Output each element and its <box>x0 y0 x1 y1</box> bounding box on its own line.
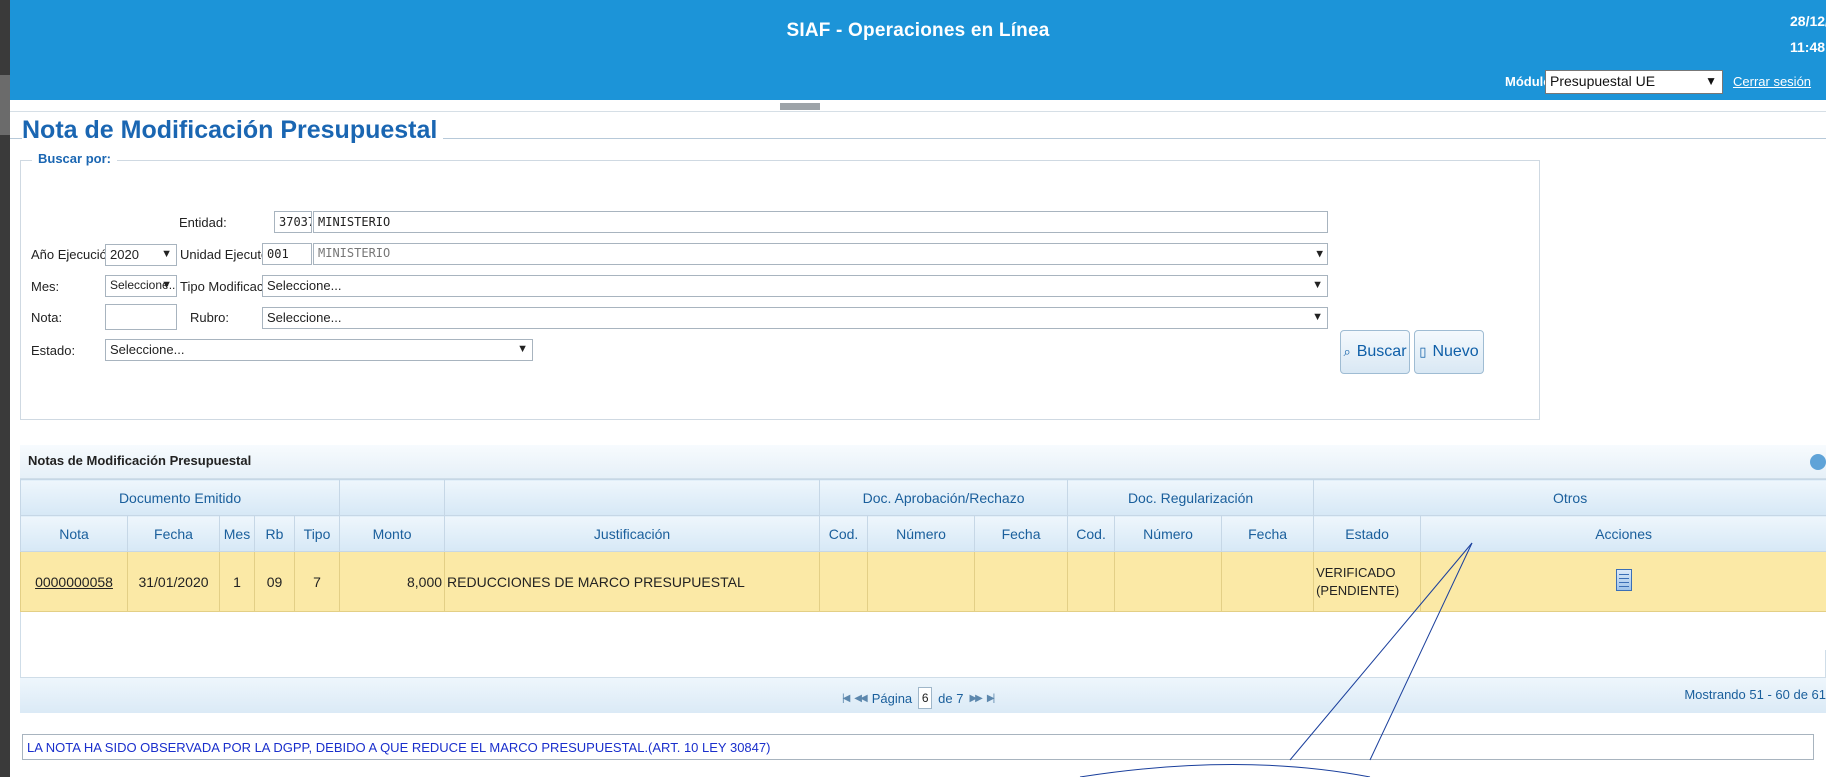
tipo-modificacion-select[interactable]: Seleccione... ▼ <box>262 275 1328 297</box>
group-header: Doc. Regularización <box>1067 479 1315 516</box>
column-header[interactable]: Nota <box>20 515 128 552</box>
document-detail-icon[interactable] <box>1615 569 1632 591</box>
grid-caption-bar: Notas de Modificación Presupuestal <box>20 445 1826 479</box>
notas-table: Documento Emitido Doc. Aprobación/Rechaz… <box>19 479 1826 650</box>
app-title: SIAF - Operaciones en Línea <box>786 20 1050 41</box>
page-input[interactable]: 6 <box>918 687 933 709</box>
apr-fecha-cell <box>974 551 1069 612</box>
entidad-label: Entidad: <box>179 215 227 230</box>
group-header: Otros <box>1313 479 1826 516</box>
grid-caption: Notas de Modificación Presupuestal <box>28 453 252 468</box>
column-header[interactable]: Cod. <box>819 515 869 552</box>
buscar-button[interactable]: ⌕ Buscar <box>1340 330 1410 374</box>
anio-select[interactable]: 2020 ▼ <box>105 244 177 266</box>
column-header[interactable]: Mes <box>219 515 255 552</box>
apr-cod-cell <box>819 551 869 612</box>
header-date: 28/12/2020 <box>1790 13 1826 29</box>
reg-fecha-cell <box>1221 551 1315 612</box>
nota-label: Nota: <box>31 310 63 325</box>
empty-row <box>20 611 1826 650</box>
splitter-handle[interactable] <box>780 103 820 110</box>
group-header: Documento Emitido <box>19 479 341 516</box>
dropdown-arrow-icon: ▼ <box>161 248 172 260</box>
dropdown-arrow-icon: ▼ <box>1312 311 1323 323</box>
header-time: 11:48:00 <box>1790 39 1826 55</box>
pager-nav: |◀ ◀◀ Página 6 de 7 ▶▶ ▶| <box>842 687 995 709</box>
reg-numero-cell <box>1114 551 1223 612</box>
nota-link[interactable]: 0000000058 <box>35 574 113 590</box>
unidad-name-select[interactable]: MINISTERIO ▼ <box>313 243 1328 265</box>
estado-select[interactable]: Seleccione... ▼ <box>105 339 533 361</box>
column-header[interactable]: Acciones <box>1420 515 1826 552</box>
page-label: Página <box>871 690 913 706</box>
justificacion-cell: REDUCCIONES DE MARCO PRESUPUESTAL <box>444 551 821 612</box>
column-header[interactable]: Cod. <box>1067 515 1116 552</box>
fecha-cell: 31/01/2020 <box>127 551 220 612</box>
group-header: Doc. Aprobación/Rechazo <box>819 479 1069 516</box>
entidad-name-field[interactable]: MINISTERIO <box>313 211 1328 233</box>
observation-message: LA NOTA HA SIDO OBSERVADA POR LA DGPP, D… <box>22 734 1814 760</box>
monto-cell: 8,000 <box>339 551 446 612</box>
page-title: Nota de Modificación Presupuestal <box>22 116 444 145</box>
last-page-icon[interactable]: ▶| <box>987 693 995 704</box>
pager-status: Mostrando 51 - 60 de 61 <box>1684 687 1826 702</box>
column-header[interactable]: Fecha <box>127 515 220 552</box>
tipo-cell: 7 <box>293 551 341 612</box>
dropdown-arrow-icon: ▼ <box>161 279 172 291</box>
search-legend: Buscar por: <box>32 151 117 166</box>
logout-link[interactable]: Cerrar sesión <box>1733 74 1826 89</box>
column-header[interactable]: Estado <box>1313 515 1422 552</box>
first-page-icon[interactable]: |◀ <box>842 693 850 704</box>
search-icon: ⌕ <box>1343 344 1351 359</box>
estado-cell: VERIFICADO (PENDIENTE) <box>1313 551 1422 612</box>
column-header[interactable]: Justificación <box>444 515 821 552</box>
left-edge-strip <box>0 0 10 777</box>
nota-cell[interactable]: 0000000058 <box>20 551 128 612</box>
estado-label: Estado: <box>31 343 76 358</box>
dropdown-arrow-icon: ▼ <box>517 343 528 355</box>
column-header[interactable]: Fecha <box>974 515 1069 552</box>
app-header: SIAF - Operaciones en Línea 28/12/2020 1… <box>10 0 1826 72</box>
mes-select[interactable]: Seleccione... ▼ <box>105 275 177 297</box>
module-select[interactable]: Presupuestal UE ▼ <box>1545 70 1723 94</box>
estado-line: (PENDIENTE) <box>1316 582 1400 598</box>
mes-label: Mes: <box>31 279 60 294</box>
mes-cell: 1 <box>219 551 255 612</box>
table-row[interactable]: 0000000058 31/01/2020 1 09 7 8,000 REDUC… <box>20 551 1826 612</box>
group-header <box>339 479 446 516</box>
column-header[interactable]: Tipo <box>293 515 341 552</box>
next-page-icon[interactable]: ▶▶ <box>969 693 982 704</box>
column-header[interactable]: Fecha <box>1221 515 1315 552</box>
acciones-cell <box>1420 551 1826 612</box>
dropdown-arrow-icon: ▼ <box>1316 247 1323 260</box>
new-document-icon: ▯ <box>1419 344 1427 359</box>
dropdown-arrow-icon: ▼ <box>1705 74 1717 88</box>
rubro-select[interactable]: Seleccione... ▼ <box>262 307 1328 329</box>
reg-cod-cell <box>1067 551 1116 612</box>
unidad-code-field[interactable]: 001 <box>262 243 312 265</box>
rb-cell: 09 <box>254 551 295 612</box>
nota-input[interactable] <box>105 304 177 330</box>
grid-pager: |◀ ◀◀ Página 6 de 7 ▶▶ ▶| Mostrando 51 -… <box>20 677 1826 713</box>
dropdown-arrow-icon: ▼ <box>1312 279 1323 291</box>
column-header[interactable]: Número <box>867 515 976 552</box>
header-datetime: 28/12/2020 11:48:00 <box>1790 8 1826 60</box>
prev-page-icon[interactable]: ◀◀ <box>854 693 867 704</box>
group-header <box>444 479 821 516</box>
column-header[interactable]: Monto <box>339 515 446 552</box>
module-bar: Módulo: Presupuestal UE ▼ Cerrar sesión <box>10 65 1826 100</box>
column-header[interactable]: Número <box>1114 515 1223 552</box>
page-of-label: de 7 <box>938 690 964 706</box>
nuevo-button[interactable]: ▯ Nuevo <box>1414 330 1484 374</box>
rubro-label: Rubro: <box>190 310 230 325</box>
entidad-code-field[interactable]: 37037 <box>274 211 312 233</box>
collapse-icon[interactable] <box>1810 454 1826 470</box>
column-header[interactable]: Rb <box>254 515 295 552</box>
apr-numero-cell <box>867 551 976 612</box>
estado-line: VERIFICADO <box>1316 564 1396 580</box>
